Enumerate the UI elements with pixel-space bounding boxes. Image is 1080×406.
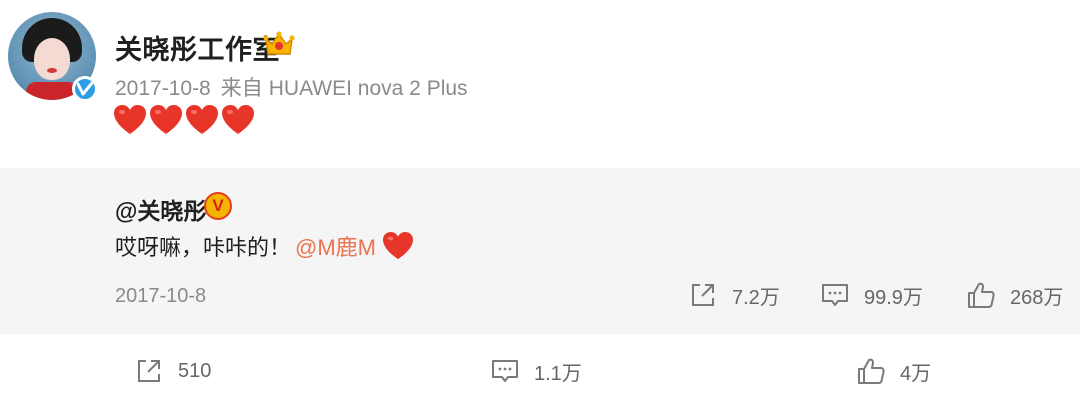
like-count: 4万 — [900, 362, 932, 385]
source-device: HUAWEI nova 2 Plus — [268, 77, 468, 100]
author-name[interactable]: 关晓彤工作室 — [115, 28, 280, 67]
heart-icon — [383, 231, 414, 260]
comment-button[interactable]: 1.1万 — [490, 356, 582, 386]
quoted-author[interactable]: @关晓彤 — [115, 192, 206, 226]
quoted-like-button[interactable]: 268万 — [966, 280, 1063, 310]
like-icon — [968, 282, 995, 308]
quoted-actions: 7.2万 99.9万 268万 — [0, 280, 1080, 314]
comment-icon — [822, 284, 848, 306]
repost-icon — [692, 284, 714, 306]
quoted-text-body: 哎呀嘛，咔咔的！ — [115, 235, 292, 260]
post-meta: 2017-10-8 来自 HUAWEI nova 2 Plus — [115, 72, 478, 102]
mention-link[interactable]: @M鹿M — [295, 230, 376, 262]
quoted-comment-count: 99.9万 — [864, 286, 923, 309]
source-prefix: 来自 — [220, 77, 263, 100]
like-icon — [858, 358, 885, 384]
quoted-comment-button[interactable]: 99.9万 — [820, 280, 923, 310]
repost-button[interactable]: 510 — [134, 356, 211, 386]
quoted-repost-count: 7.2万 — [732, 286, 780, 309]
verified-icon — [72, 76, 98, 102]
heart-icon — [222, 105, 254, 134]
heart-icon — [150, 105, 182, 134]
quoted-like-count: 268万 — [1010, 286, 1064, 309]
action-bar: 510 1.1万 4万 — [0, 334, 1080, 406]
quoted-repost-button[interactable]: 7.2万 — [688, 280, 780, 310]
crown-icon[interactable] — [263, 30, 295, 58]
comment-count: 1.1万 — [534, 362, 582, 385]
quoted-text: 哎呀嘛，咔咔的！ @M鹿M — [115, 230, 414, 262]
post-date: 2017-10-8 — [115, 77, 211, 100]
quoted-post[interactable]: @关晓彤 V 哎呀嘛，咔咔的！ @M鹿M 2017-10-8 7.2万 99.9… — [0, 168, 1080, 334]
weibo-post: 关晓彤工作室 2017-10-8 来自 HUAWEI nova 2 Plus @关晓… — [0, 0, 1080, 406]
post-content — [113, 104, 255, 136]
comment-icon — [492, 360, 518, 382]
heart-icon — [114, 105, 146, 134]
heart-icon — [186, 105, 218, 134]
avatar[interactable] — [8, 12, 98, 102]
verified-v-icon: V — [204, 192, 232, 220]
repost-count: 510 — [178, 359, 212, 382]
like-button[interactable]: 4万 — [856, 356, 931, 386]
repost-icon — [138, 360, 160, 382]
